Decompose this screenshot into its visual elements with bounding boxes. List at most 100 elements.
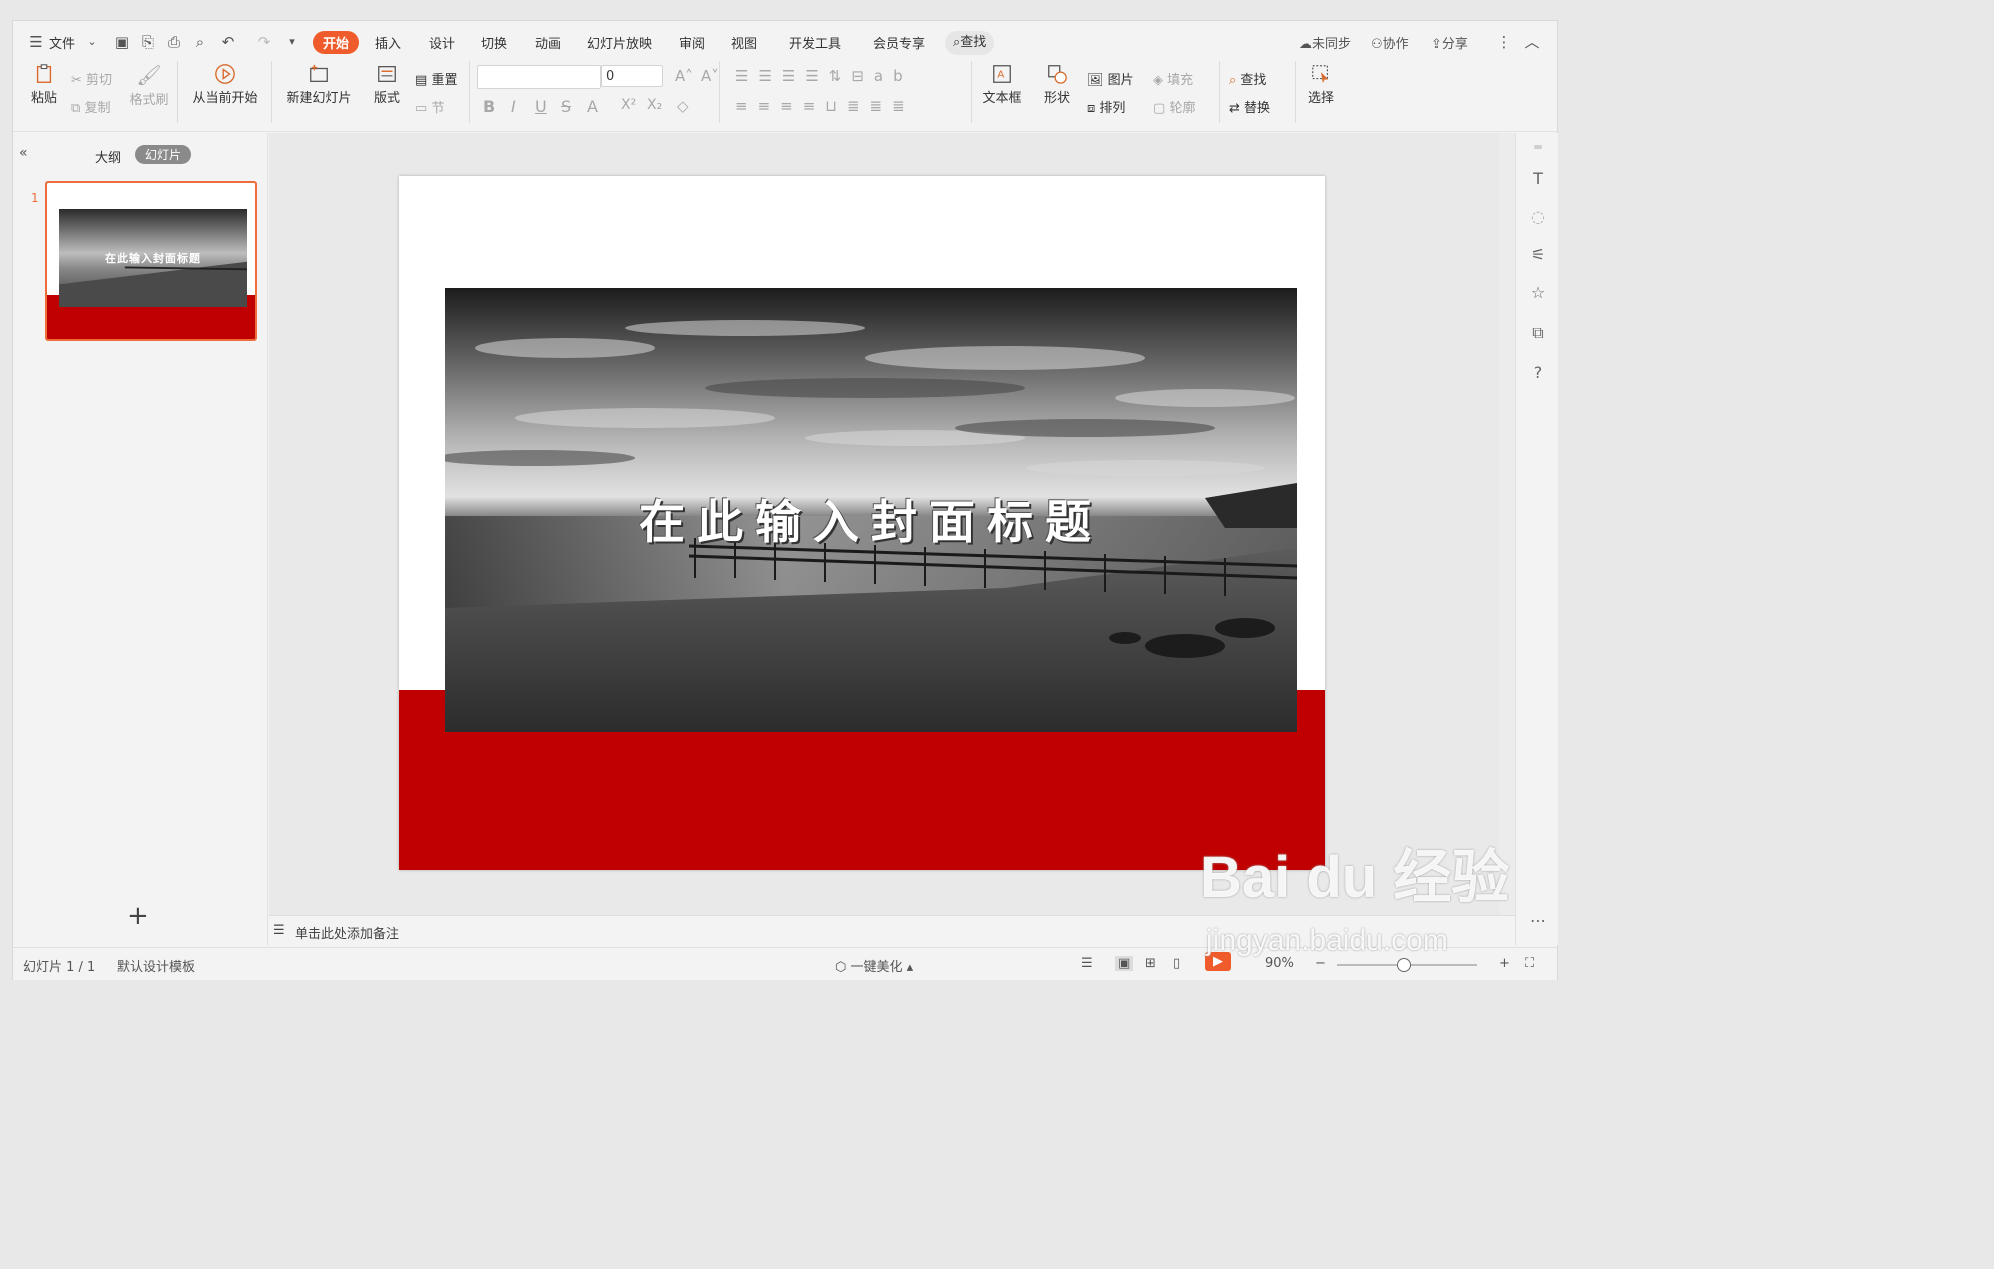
print-icon[interactable]: ⎙ [165, 33, 183, 51]
tab-design[interactable]: 设计 [429, 33, 455, 52]
paste-button[interactable]: 粘贴 [27, 63, 61, 106]
save-icon[interactable]: ▣ [113, 33, 131, 51]
redo-icon[interactable]: ↷ [255, 33, 273, 51]
layout-button[interactable]: 版式 [369, 63, 405, 106]
lightbulb-icon[interactable]: ◌ [1528, 207, 1548, 227]
select-icon [1312, 65, 1329, 84]
adjust-icon[interactable]: ⚟ [1528, 245, 1548, 265]
undo-icon[interactable]: ↶ [219, 33, 237, 51]
paragraph-align-icons[interactable]: ≡≡≡≡⊔≣≣≣ [735, 97, 915, 115]
superscript-icon[interactable]: X² [621, 97, 636, 113]
font-size-select[interactable]: 0 [601, 65, 663, 87]
notes-toggle-icon[interactable]: ☰ [1081, 956, 1093, 971]
paragraph-list-icons[interactable]: ☰☰☰☰⇅⊟ab [735, 67, 913, 85]
vertical-scrollbar[interactable] [1499, 133, 1515, 915]
tab-transitions[interactable]: 切换 [481, 33, 507, 52]
zoom-out-icon[interactable]: − [1315, 956, 1326, 971]
strikethrough-icon[interactable]: S [561, 97, 571, 116]
textbox-button[interactable]: A 文本框 [979, 63, 1025, 106]
help-icon[interactable]: ? [1528, 363, 1548, 383]
section-button[interactable]: ▭ 节 [415, 97, 444, 116]
slide-counter: 幻灯片 1 / 1 [23, 960, 96, 975]
menu-bar: ☰ 文件 ⌄ ▣ ⎘ ⎙ ⌕ ↶ ↷ ▾ 开始 插入 设计 切换 动画 幻灯片放… [13, 29, 1557, 57]
drag-handle-icon[interactable]: ═ [1528, 137, 1548, 157]
tab-view[interactable]: 视图 [731, 33, 757, 52]
separator [469, 61, 470, 123]
layers-icon: ⧈ [1087, 101, 1096, 116]
collapse-panel-icon[interactable]: « [19, 145, 28, 161]
slide-number: 1 [31, 191, 39, 205]
increase-font-icon[interactable]: A˄ [675, 67, 693, 85]
chevron-down-icon[interactable]: ⌄ [83, 33, 101, 51]
slide-title[interactable]: 在此输入封面标题 [445, 486, 1297, 552]
file-menu[interactable]: 文件 [49, 33, 75, 52]
font-color-icon[interactable]: A [587, 97, 598, 116]
shape-button[interactable]: 形状 [1039, 63, 1075, 106]
add-slide-icon[interactable]: + [127, 901, 149, 931]
tab-member[interactable]: 会员专享 [873, 33, 925, 52]
sorter-view-icon[interactable]: ⊞ [1145, 956, 1156, 971]
tab-slides[interactable]: 幻灯片 [135, 145, 192, 164]
select-button[interactable]: 选择 [1303, 63, 1339, 106]
fit-window-icon[interactable]: ⛶ [1525, 956, 1534, 971]
find-button[interactable]: ⌕ 查找 [1229, 69, 1266, 88]
beautify-icon: ⬡ [835, 960, 847, 975]
hamburger-menu-icon[interactable]: ☰ [27, 33, 45, 51]
tab-slideshow[interactable]: 幻灯片放映 [587, 33, 652, 52]
reset-button[interactable]: ▤ 重置 [415, 69, 457, 88]
italic-icon[interactable]: I [511, 97, 516, 116]
template-name[interactable]: 默认设计模板 [117, 956, 195, 975]
tab-home[interactable]: 开始 [313, 31, 360, 54]
zoom-slider-thumb[interactable] [1397, 958, 1411, 972]
bold-icon[interactable]: B [483, 97, 495, 116]
sync-status[interactable]: ☁未同步 [1299, 33, 1351, 52]
outline-button[interactable]: ▢ 轮廓 [1153, 97, 1195, 116]
play-from-current-button[interactable]: 从当前开始 [187, 63, 263, 106]
font-family-select[interactable] [477, 65, 601, 89]
print-preview-icon[interactable]: ⌕ [191, 33, 209, 51]
slides-icon[interactable]: ⧉ [1528, 323, 1548, 343]
cut-button[interactable]: ✂ 剪切 [71, 69, 112, 88]
decrease-font-icon[interactable]: A˅ [701, 67, 719, 85]
text-icon[interactable]: T [1528, 169, 1548, 189]
separator [1219, 61, 1220, 123]
customize-toolbar-icon[interactable]: ▾ [283, 33, 301, 51]
new-slide-button[interactable]: 新建幻灯片 [281, 63, 357, 106]
reading-view-icon[interactable]: ▯ [1173, 956, 1180, 971]
search-button[interactable]: ⌕查找 [945, 31, 995, 55]
notes-placeholder[interactable]: 单击此处添加备注 [295, 923, 399, 942]
more-icon[interactable]: ⋯ [1528, 911, 1548, 931]
separator [971, 61, 972, 123]
replace-icon: ⇄ [1229, 101, 1240, 116]
tab-developer[interactable]: 开发工具 [789, 33, 841, 52]
svg-text:A: A [997, 70, 1004, 81]
more-options-icon[interactable]: ⋮ [1495, 33, 1513, 51]
fill-icon: ◈ [1153, 73, 1163, 88]
fill-button[interactable]: ◈ 填充 [1153, 69, 1193, 88]
thumbnail-title: 在此输入封面标题 [105, 252, 201, 265]
copy-icon: ⧉ [71, 101, 81, 116]
tab-review[interactable]: 审阅 [679, 33, 705, 52]
format-painter-button[interactable]: 🖌 格式刷 [127, 63, 171, 108]
beautify-button[interactable]: ⬡ 一键美化 ▴ [835, 956, 913, 975]
zoom-in-icon[interactable]: + [1499, 956, 1510, 971]
zoom-level[interactable]: 90% [1265, 956, 1294, 971]
picture-button[interactable]: 🖼 图片 [1087, 69, 1134, 88]
arrange-button[interactable]: ⧈ 排列 [1087, 97, 1125, 116]
collapse-ribbon-icon[interactable]: ︿ [1523, 33, 1541, 51]
export-icon[interactable]: ⎘ [139, 33, 157, 51]
star-icon[interactable]: ☆ [1528, 283, 1548, 303]
collaborate-button[interactable]: ⚇协作 [1371, 33, 1409, 52]
subscript-icon[interactable]: X₂ [647, 97, 662, 113]
underline-icon[interactable]: U [535, 97, 547, 116]
tab-insert[interactable]: 插入 [375, 33, 401, 52]
normal-view-icon[interactable]: ▣ [1115, 956, 1134, 971]
current-slide[interactable]: 在此输入封面标题 [399, 176, 1325, 870]
clear-format-icon[interactable]: ◇ [677, 97, 689, 115]
replace-button[interactable]: ⇄ 替换 [1229, 97, 1270, 116]
share-button[interactable]: ⇪分享 [1431, 33, 1468, 52]
copy-button[interactable]: ⧉ 复制 [71, 97, 110, 116]
tab-outline[interactable]: 大纲 [95, 147, 121, 166]
tab-animations[interactable]: 动画 [535, 33, 561, 52]
slide-thumbnail[interactable]: 在此输入封面标题 [45, 181, 257, 341]
